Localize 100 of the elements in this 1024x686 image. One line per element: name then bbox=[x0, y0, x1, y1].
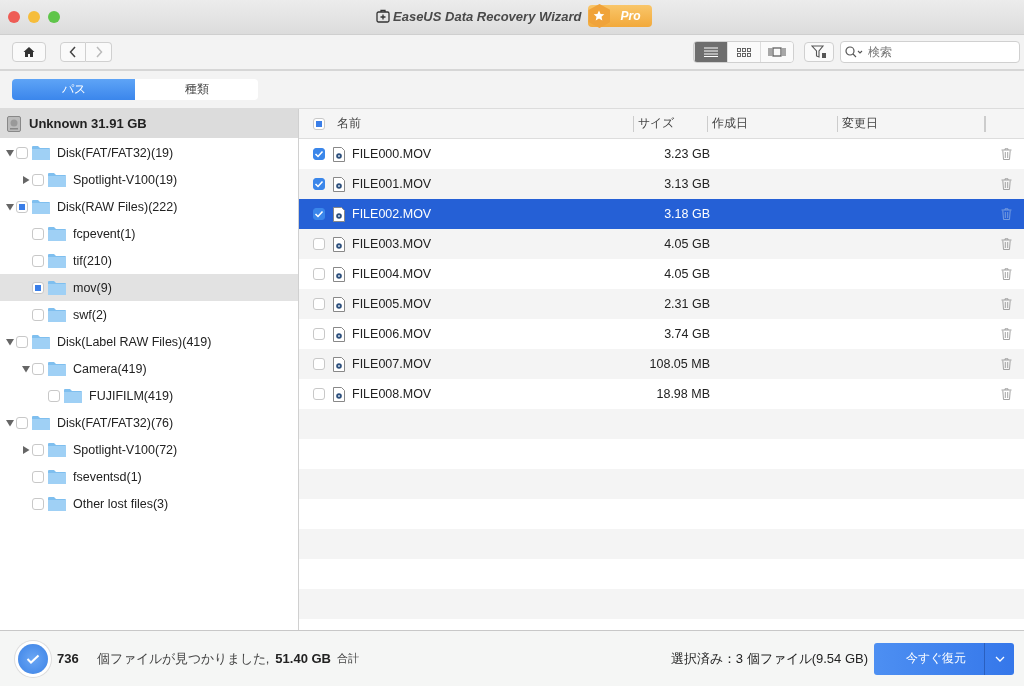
checkbox[interactable] bbox=[32, 362, 44, 375]
file-row[interactable]: FILE000.MOV 3.23 GB bbox=[299, 139, 1024, 169]
tree-item[interactable]: Spotlight-V100(72) bbox=[0, 436, 298, 463]
disclosure-triangle-icon[interactable] bbox=[6, 418, 14, 427]
file-size: 3.23 GB bbox=[663, 147, 710, 161]
checkbox[interactable] bbox=[313, 178, 325, 190]
tree-item[interactable]: mov(9) bbox=[0, 274, 298, 301]
checkbox[interactable] bbox=[32, 308, 44, 321]
zoom-button[interactable] bbox=[48, 11, 60, 23]
checkbox[interactable] bbox=[313, 268, 325, 280]
file-row[interactable]: FILE008.MOV 18.98 MB bbox=[299, 379, 1024, 409]
video-file-icon bbox=[333, 326, 345, 342]
trash-icon[interactable] bbox=[1001, 238, 1012, 250]
file-row[interactable]: FILE002.MOV 3.18 GB bbox=[299, 199, 1024, 229]
video-file-icon bbox=[333, 146, 345, 162]
minimize-button[interactable] bbox=[28, 11, 40, 23]
video-file-icon bbox=[333, 206, 345, 222]
checkbox[interactable] bbox=[32, 254, 44, 267]
column-header[interactable]: サイズ bbox=[633, 115, 708, 132]
checkbox[interactable] bbox=[32, 173, 44, 186]
total-size: 51.40 GB bbox=[275, 651, 331, 666]
tree-item[interactable]: Disk(FAT/FAT32)(76) bbox=[0, 409, 298, 436]
checkmark-icon bbox=[18, 643, 48, 674]
folder-icon bbox=[48, 442, 66, 457]
trash-icon[interactable] bbox=[1001, 358, 1012, 370]
tree-item[interactable]: Other lost files(3) bbox=[0, 490, 298, 517]
disclosure-triangle-icon[interactable] bbox=[22, 175, 30, 184]
checkbox[interactable] bbox=[313, 358, 325, 370]
column-header[interactable]: 名前 bbox=[333, 115, 634, 132]
tab[interactable]: 種類 bbox=[135, 79, 258, 100]
tree-item[interactable]: fcpevent(1) bbox=[0, 220, 298, 247]
search-field[interactable]: 検索 bbox=[840, 41, 1020, 63]
view-toggle[interactable] bbox=[694, 42, 727, 62]
file-row[interactable]: FILE003.MOV 4.05 GB bbox=[299, 229, 1024, 259]
trash-icon[interactable] bbox=[1001, 178, 1012, 190]
checkbox[interactable] bbox=[16, 416, 28, 429]
checkbox[interactable] bbox=[313, 148, 325, 160]
disclosure-triangle-icon[interactable] bbox=[6, 148, 14, 157]
file-row[interactable]: FILE001.MOV 3.13 GB bbox=[299, 169, 1024, 199]
file-size: 18.98 MB bbox=[655, 387, 710, 401]
pro-badge: Pro bbox=[588, 5, 653, 27]
trash-icon[interactable] bbox=[1001, 298, 1012, 310]
checkbox[interactable] bbox=[32, 281, 44, 294]
filter-button[interactable] bbox=[804, 42, 834, 62]
trash-icon[interactable] bbox=[1001, 268, 1012, 280]
folder-icon bbox=[64, 388, 82, 403]
checkbox[interactable] bbox=[16, 146, 28, 159]
disclosure-triangle-icon[interactable] bbox=[22, 364, 30, 373]
checkbox[interactable] bbox=[16, 335, 28, 348]
tree-item[interactable]: FUJIFILM(419) bbox=[0, 382, 298, 409]
view-toggle[interactable] bbox=[760, 42, 793, 62]
checkbox[interactable] bbox=[313, 388, 325, 400]
view-toggle[interactable] bbox=[727, 42, 760, 62]
folder-icon bbox=[32, 334, 50, 349]
file-name: FILE003.MOV bbox=[352, 237, 432, 251]
file-row[interactable]: FILE004.MOV 4.05 GB bbox=[299, 259, 1024, 289]
tree-item[interactable]: Spotlight-V100(19) bbox=[0, 166, 298, 193]
checkbox[interactable] bbox=[16, 200, 28, 213]
file-size: 3.18 GB bbox=[663, 207, 710, 221]
column-header[interactable]: 変更日 bbox=[838, 115, 985, 132]
select-all-checkbox[interactable] bbox=[313, 117, 325, 130]
tree-item[interactable]: fseventsd(1) bbox=[0, 463, 298, 490]
checkbox[interactable] bbox=[313, 298, 325, 310]
column-header[interactable]: 作成日 bbox=[708, 115, 838, 132]
tree-item[interactable]: swf(2) bbox=[0, 301, 298, 328]
checkbox[interactable] bbox=[313, 238, 325, 250]
list-icon bbox=[704, 47, 718, 57]
file-row[interactable]: FILE006.MOV 3.74 GB bbox=[299, 319, 1024, 349]
file-row[interactable]: FILE007.MOV 108.05 MB bbox=[299, 349, 1024, 379]
checkbox[interactable] bbox=[313, 328, 325, 340]
filter-icon bbox=[811, 45, 827, 59]
checkbox[interactable] bbox=[32, 470, 44, 483]
tree-item[interactable]: Disk(Label RAW Files)(419) bbox=[0, 328, 298, 355]
trash-icon[interactable] bbox=[1001, 388, 1012, 400]
trash-icon[interactable] bbox=[1001, 208, 1012, 220]
tree-item[interactable]: Disk(RAW Files)(222) bbox=[0, 193, 298, 220]
checkbox[interactable] bbox=[32, 443, 44, 456]
checkbox[interactable] bbox=[313, 208, 325, 220]
file-size: 108.05 MB bbox=[648, 357, 710, 371]
selection-summary: 選択済み：3 個ファイル(9.54 GB) bbox=[670, 649, 868, 668]
tree-item[interactable]: tif(210) bbox=[0, 247, 298, 274]
file-name: FILE005.MOV bbox=[352, 297, 432, 311]
trash-icon[interactable] bbox=[1001, 148, 1012, 160]
cover-flow-icon bbox=[768, 47, 786, 57]
file-row[interactable]: FILE005.MOV 2.31 GB bbox=[299, 289, 1024, 319]
file-name: FILE000.MOV bbox=[352, 147, 432, 161]
checkbox[interactable] bbox=[48, 389, 60, 402]
home-button[interactable] bbox=[12, 42, 46, 62]
video-file-icon bbox=[333, 176, 345, 192]
tree-item[interactable]: Camera(419) bbox=[0, 355, 298, 382]
back-button[interactable] bbox=[60, 42, 86, 62]
disclosure-triangle-icon[interactable] bbox=[6, 202, 14, 211]
checkbox[interactable] bbox=[32, 227, 44, 240]
trash-icon[interactable] bbox=[1001, 328, 1012, 340]
disclosure-triangle-icon[interactable] bbox=[6, 337, 14, 346]
close-button[interactable] bbox=[8, 11, 20, 23]
checkbox[interactable] bbox=[32, 497, 44, 510]
disclosure-triangle-icon[interactable] bbox=[22, 445, 30, 454]
tree-item[interactable]: Disk(FAT/FAT32)(19) bbox=[0, 139, 298, 166]
file-name: FILE008.MOV bbox=[352, 387, 432, 401]
